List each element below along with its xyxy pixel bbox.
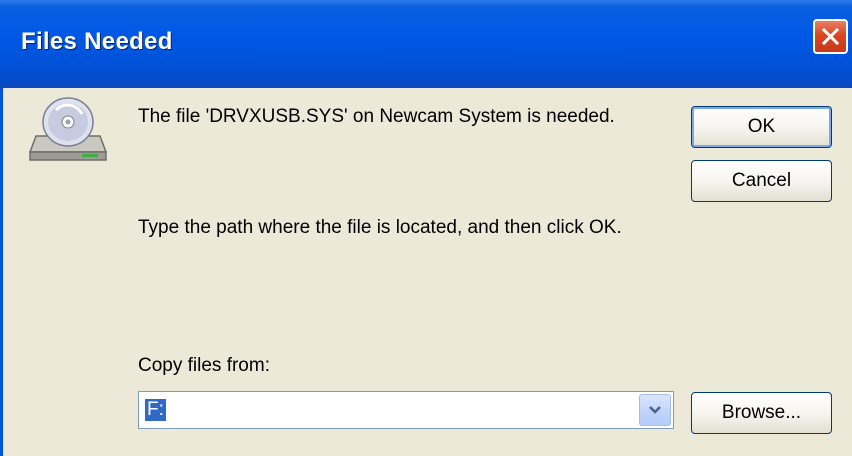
dialog-title: Files Needed bbox=[21, 28, 173, 55]
cancel-button[interactable]: Cancel bbox=[691, 160, 832, 202]
instruction-message: Type the path where the file is located,… bbox=[138, 217, 622, 238]
ok-button[interactable]: OK bbox=[691, 106, 832, 148]
chevron-down-icon bbox=[649, 406, 661, 414]
copy-from-input[interactable]: F: bbox=[145, 399, 166, 421]
title-bar[interactable]: Files Needed bbox=[0, 0, 852, 88]
window-border bbox=[0, 88, 3, 456]
files-needed-dialog: Files Needed The file 'DRVXUSB.SYS' on N… bbox=[0, 0, 852, 456]
copy-from-combobox[interactable]: F: bbox=[138, 391, 674, 429]
copy-files-from-label: Copy files from: bbox=[138, 355, 270, 376]
close-icon bbox=[822, 28, 839, 45]
cd-drive-icon bbox=[28, 97, 108, 161]
browse-button[interactable]: Browse... bbox=[691, 392, 832, 434]
close-button[interactable] bbox=[813, 19, 848, 54]
missing-file-message: The file 'DRVXUSB.SYS' on Newcam System … bbox=[138, 106, 615, 127]
dropdown-button[interactable] bbox=[639, 394, 671, 426]
